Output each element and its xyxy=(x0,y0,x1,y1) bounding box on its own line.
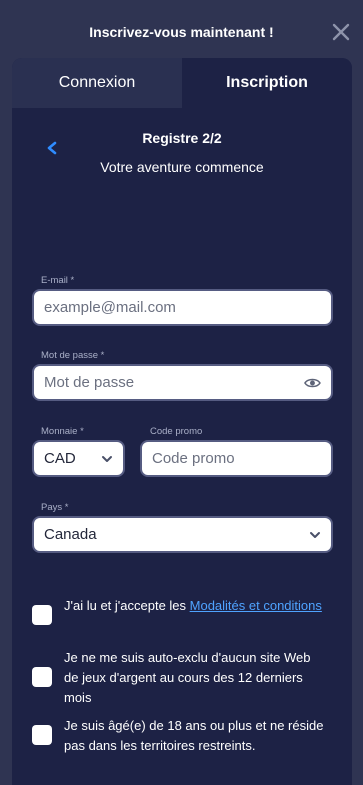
currency-label: Monnaie * xyxy=(41,426,84,437)
terms-link[interactable]: Modalités et conditions xyxy=(190,598,322,613)
currency-select[interactable]: CAD xyxy=(32,440,125,477)
email-field-wrapper xyxy=(32,289,333,326)
password-field[interactable] xyxy=(44,374,305,391)
close-icon[interactable] xyxy=(331,22,351,42)
modal-header: Inscrivez-vous maintenant ! xyxy=(0,0,363,58)
chevron-down-icon xyxy=(310,531,320,538)
signup-panel: Connexion Inscription Registre 2/2 Votre… xyxy=(12,58,352,785)
terms-consent-row: J'ai lu et j'accepte les Modalités et co… xyxy=(32,596,326,625)
self-exclusion-checkbox[interactable] xyxy=(32,667,52,687)
self-exclusion-consent-text: Je ne me suis auto-exclu d'aucun site We… xyxy=(64,650,311,705)
email-field[interactable] xyxy=(44,299,321,316)
age-checkbox[interactable] xyxy=(32,725,52,745)
tab-connexion[interactable]: Connexion xyxy=(12,58,182,108)
auth-tabs: Connexion Inscription xyxy=(12,58,352,108)
currency-value: CAD xyxy=(44,450,76,467)
modal-title: Inscrivez-vous maintenant ! xyxy=(89,24,274,40)
promo-code-field[interactable] xyxy=(152,450,321,467)
promo-label: Code promo xyxy=(150,426,203,437)
age-consent-text: Je suis âgé(e) de 18 ans ou plus et ne r… xyxy=(64,718,324,753)
promo-field-wrapper xyxy=(140,440,333,477)
tab-inscription[interactable]: Inscription xyxy=(182,58,352,108)
terms-consent-prefix: J'ai lu et j'accepte les xyxy=(64,598,190,613)
terms-checkbox[interactable] xyxy=(32,605,52,625)
terms-consent-text: J'ai lu et j'accepte les Modalités et co… xyxy=(64,596,326,616)
email-label: E-mail * xyxy=(41,275,75,286)
password-field-wrapper xyxy=(32,364,333,401)
age-consent-row: Je suis âgé(e) de 18 ans ou plus et ne r… xyxy=(32,716,326,756)
form-subtitle: Votre aventure commence xyxy=(100,159,264,175)
eye-icon[interactable] xyxy=(304,377,321,389)
step-indicator: Registre 2/2 xyxy=(142,130,222,146)
self-exclusion-consent-row: Je ne me suis auto-exclu d'aucun site We… xyxy=(32,648,326,708)
country-select[interactable]: Canada xyxy=(32,516,333,553)
country-value: Canada xyxy=(44,526,97,543)
chevron-down-icon xyxy=(102,455,112,462)
country-label: Pays * xyxy=(41,502,69,513)
password-label: Mot de passe * xyxy=(41,350,105,361)
